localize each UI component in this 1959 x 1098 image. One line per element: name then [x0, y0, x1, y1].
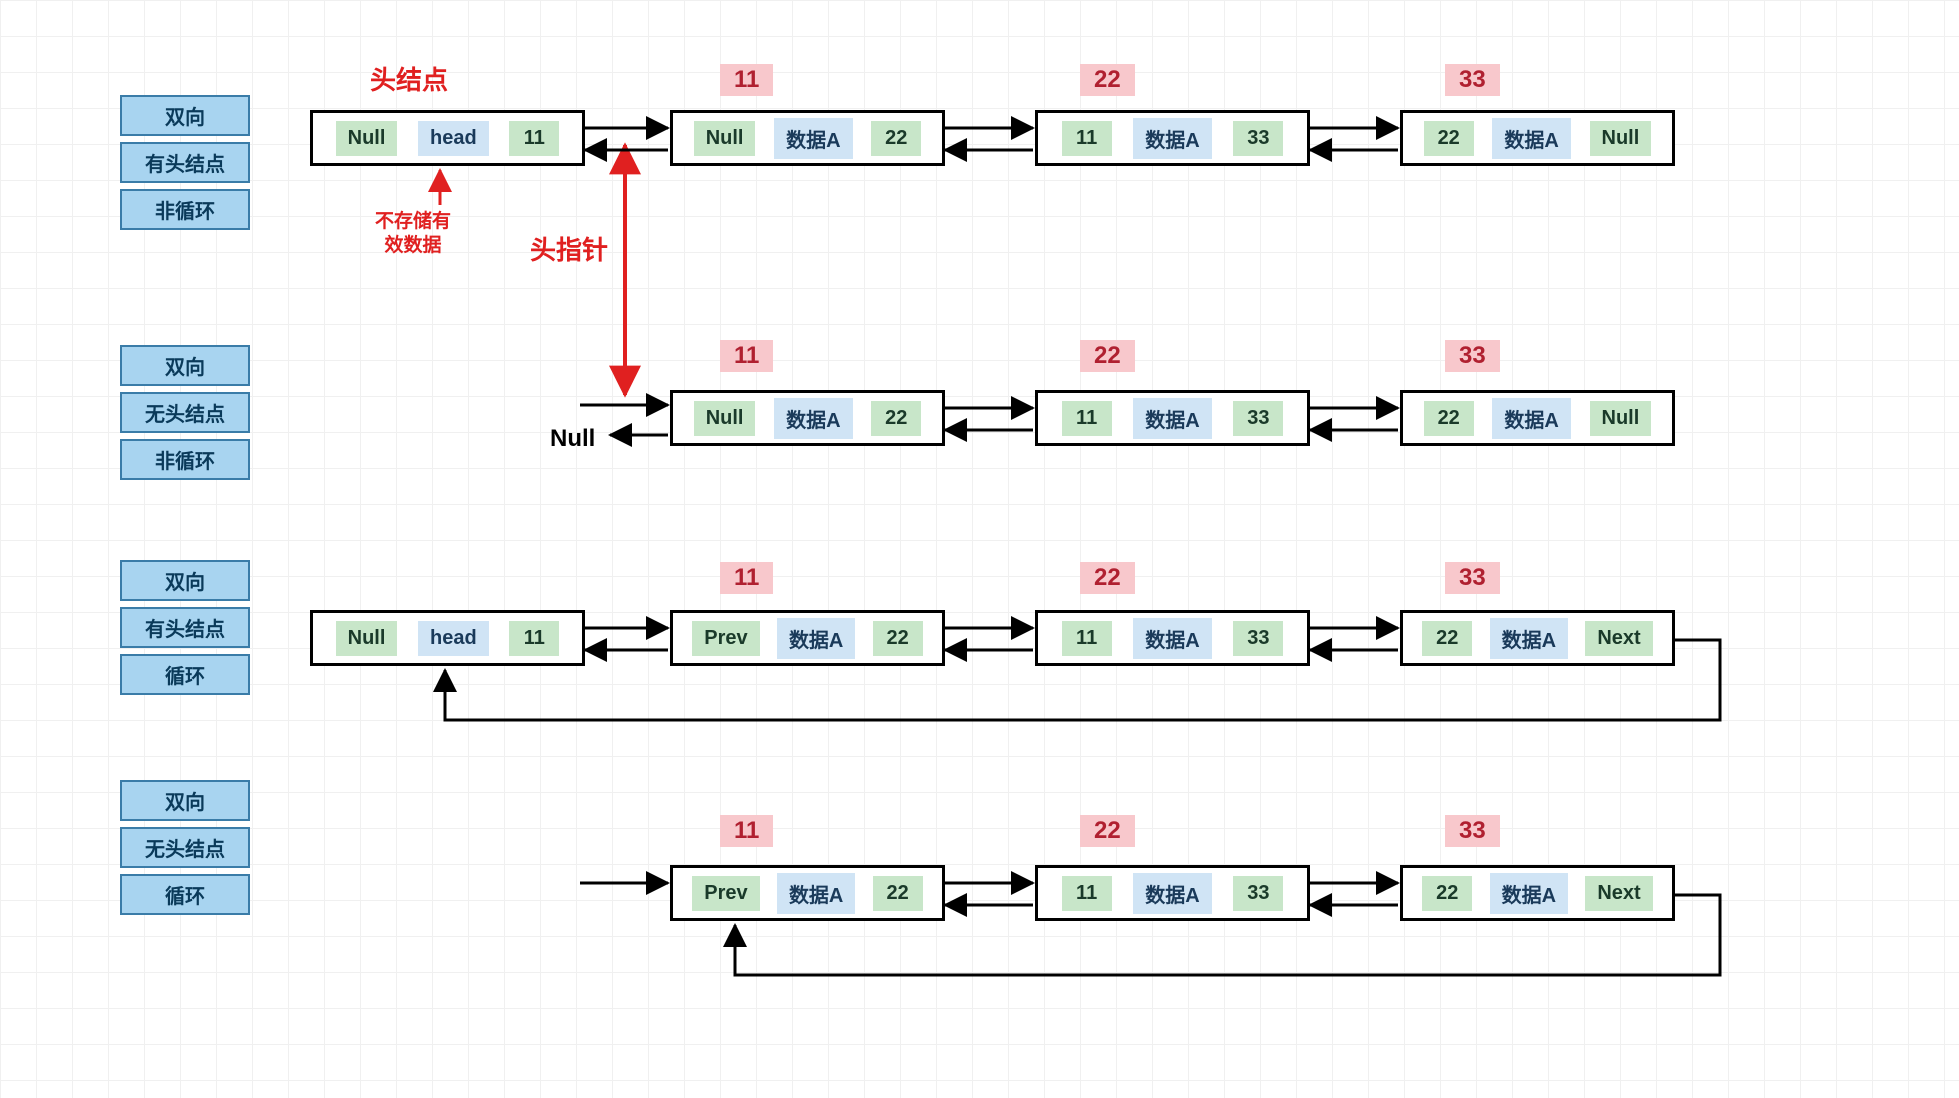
node-label: 22 [1080, 815, 1135, 847]
node-label: 22 [1080, 64, 1135, 96]
node-label: 11 [720, 815, 773, 847]
tag: 非循环 [120, 439, 250, 480]
list-node: 22 数据A Null [1400, 390, 1675, 446]
node-data: 数据A [1133, 873, 1211, 914]
node-next: 22 [873, 876, 923, 911]
node-label: 11 [720, 64, 773, 96]
list-node: 22 数据A Null [1400, 110, 1675, 166]
node-next: 33 [1233, 876, 1283, 911]
list-node: 22 数据A Next [1400, 610, 1675, 666]
node-data: 数据A [777, 873, 855, 914]
node-label: 33 [1445, 815, 1500, 847]
list-node: 22 数据A Next [1400, 865, 1675, 921]
node-data: 数据A [774, 118, 852, 159]
list-node: 11 数据A 33 [1035, 610, 1310, 666]
tag: 无头结点 [120, 392, 250, 433]
tag: 非循环 [120, 189, 250, 230]
node-next: 33 [1233, 401, 1283, 436]
node-prev: Prev [692, 876, 759, 911]
node-next: 22 [871, 401, 921, 436]
node-prev: 22 [1422, 621, 1472, 656]
node-label: 22 [1080, 340, 1135, 372]
tag: 双向 [120, 95, 250, 136]
tag: 循环 [120, 654, 250, 695]
node-data: 数据A [777, 618, 855, 659]
node-label: 11 [720, 340, 773, 372]
head-node-label: 头结点 [370, 60, 448, 97]
node-label: 22 [1080, 562, 1135, 594]
node-data: 数据A [1133, 398, 1211, 439]
head-prev: Null [336, 121, 398, 156]
node-data: 数据A [774, 398, 852, 439]
node-prev: 11 [1062, 876, 1112, 911]
node-next: Null [1590, 121, 1652, 156]
node-label: 33 [1445, 64, 1500, 96]
node-data: 数据A [1490, 618, 1568, 659]
head-next: 11 [509, 621, 559, 656]
head-prev: Null [336, 621, 398, 656]
node-label: 11 [720, 562, 773, 594]
node-next: Null [1590, 401, 1652, 436]
node-prev: 22 [1424, 401, 1474, 436]
head-node: Null head 11 [310, 110, 585, 166]
node-prev: 11 [1062, 401, 1112, 436]
node-next: 33 [1233, 621, 1283, 656]
node-prev: 22 [1424, 121, 1474, 156]
node-prev: 22 [1422, 876, 1472, 911]
head-next: 11 [509, 121, 559, 156]
tag: 无头结点 [120, 827, 250, 868]
node-next: Next [1585, 621, 1652, 656]
node-next: 22 [873, 621, 923, 656]
null-label: Null [550, 425, 595, 453]
node-prev: Null [694, 121, 756, 156]
list-node: Null 数据A 22 [670, 110, 945, 166]
node-next: Next [1585, 876, 1652, 911]
node-data: 数据A [1492, 118, 1570, 159]
tag: 双向 [120, 560, 250, 601]
node-prev: 11 [1062, 121, 1112, 156]
list-node: 11 数据A 33 [1035, 390, 1310, 446]
list-node: 11 数据A 33 [1035, 110, 1310, 166]
node-label: 33 [1445, 562, 1500, 594]
list-node: Prev 数据A 22 [670, 610, 945, 666]
node-data: 数据A [1133, 618, 1211, 659]
list-node: 11 数据A 33 [1035, 865, 1310, 921]
tag: 循环 [120, 874, 250, 915]
node-next: 33 [1233, 121, 1283, 156]
head-data: head [418, 621, 489, 656]
tag: 双向 [120, 345, 250, 386]
node-next: 22 [871, 121, 921, 156]
tag: 双向 [120, 780, 250, 821]
head-node: Null head 11 [310, 610, 585, 666]
node-label: 33 [1445, 340, 1500, 372]
head-data: head [418, 121, 489, 156]
tag: 有头结点 [120, 607, 250, 648]
node-data: 数据A [1492, 398, 1570, 439]
node-prev: Prev [692, 621, 759, 656]
node-prev: Null [694, 401, 756, 436]
invalid-data-note: 不存储有 效数据 [375, 210, 451, 258]
list-node: Prev 数据A 22 [670, 865, 945, 921]
head-pointer-label: 头指针 [530, 230, 608, 267]
node-data: 数据A [1133, 118, 1211, 159]
node-prev: 11 [1062, 621, 1112, 656]
list-node: Null 数据A 22 [670, 390, 945, 446]
tag: 有头结点 [120, 142, 250, 183]
node-data: 数据A [1490, 873, 1568, 914]
